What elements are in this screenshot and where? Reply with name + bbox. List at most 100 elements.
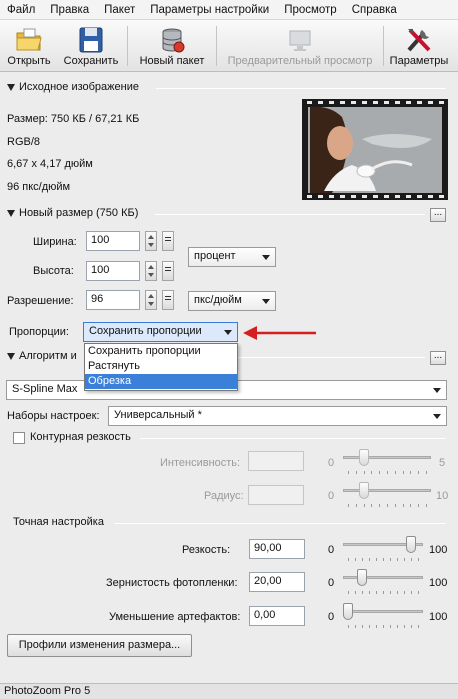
- algorithm-section-header[interactable]: Алгоритм и: [7, 350, 77, 362]
- toolbar-separator: [383, 26, 384, 66]
- proportions-option-stretch[interactable]: Растянуть: [85, 359, 237, 374]
- grain-input[interactable]: 20,00: [249, 572, 305, 592]
- monitor-icon: [289, 30, 311, 51]
- width-input[interactable]: 100: [86, 231, 140, 251]
- slider-tick: [410, 504, 411, 507]
- slider-tick: [355, 625, 356, 628]
- slider-tick: [369, 625, 370, 628]
- presets-select[interactable]: Универсальный *: [108, 406, 447, 426]
- slider-tick: [397, 558, 398, 561]
- sharpness-min: 0: [328, 544, 335, 556]
- source-section-title: Исходное изображение: [19, 81, 139, 93]
- slider-tick: [387, 471, 388, 474]
- artifacts-label: Уменьшение артефактов:: [109, 611, 241, 623]
- width-link-button[interactable]: [162, 231, 174, 251]
- height-input[interactable]: 100: [86, 261, 140, 281]
- slider-tick: [379, 471, 380, 474]
- new-size-section-title: Новый размер (750 КБ): [19, 207, 139, 219]
- proportions-option-keep[interactable]: Сохранить пропорции: [85, 344, 237, 359]
- preview-button[interactable]: Предварительный просмотр: [220, 23, 380, 69]
- radius-slider[interactable]: [343, 482, 431, 508]
- menu-settings[interactable]: Параметры настройки: [143, 4, 277, 16]
- algorithm-options-button[interactable]: ...: [430, 351, 446, 365]
- intensity-input[interactable]: [248, 451, 304, 471]
- menu-batch[interactable]: Пакет: [97, 4, 143, 16]
- new-size-section-header[interactable]: Новый размер (750 КБ): [7, 207, 138, 219]
- size-unit-select[interactable]: процент: [188, 247, 276, 267]
- open-button[interactable]: Открыть: [2, 23, 56, 69]
- slider-thumb[interactable]: [359, 449, 369, 466]
- slider-tick: [362, 591, 363, 594]
- slider-tick: [418, 591, 419, 594]
- chevron-down-icon: [433, 414, 441, 419]
- slider-tick: [390, 591, 391, 594]
- slider-tick: [403, 471, 404, 474]
- sharpness-label: Резкость:: [182, 544, 231, 556]
- intensity-max: 5: [439, 457, 446, 469]
- source-thumbnail: [302, 99, 448, 200]
- slider-tick: [369, 591, 370, 594]
- sharpness-slider[interactable]: [343, 536, 423, 562]
- slider-thumb[interactable]: [343, 603, 353, 620]
- slider-tick: [418, 625, 419, 628]
- grain-max: 100: [429, 577, 448, 589]
- slider-tick: [371, 504, 372, 507]
- intensity-slider[interactable]: [343, 449, 431, 475]
- sharpness-input[interactable]: 90,00: [249, 539, 305, 559]
- resolution-spinner[interactable]: [145, 290, 157, 310]
- resize-profiles-button[interactable]: Профили изменения размера...: [7, 634, 192, 657]
- slider-tick: [397, 591, 398, 594]
- divider: [156, 88, 446, 89]
- slider-thumb[interactable]: [359, 482, 369, 499]
- slider-tick: [362, 558, 363, 561]
- slider-tick: [376, 558, 377, 561]
- algorithm-value: S-Spline Max: [12, 383, 78, 395]
- resolution-link-button[interactable]: [162, 290, 174, 310]
- radius-max: 10: [436, 490, 449, 502]
- menu-view[interactable]: Просмотр: [277, 4, 345, 16]
- new-batch-button[interactable]: Новый пакет: [134, 23, 210, 69]
- slider-thumb[interactable]: [357, 569, 367, 586]
- resolution-input[interactable]: 96: [86, 290, 140, 310]
- proportions-select[interactable]: Сохранить пропорции: [83, 322, 238, 342]
- collapse-triangle-icon: [7, 83, 15, 91]
- tools-icon: [407, 28, 431, 52]
- menu-help[interactable]: Справка: [345, 4, 405, 16]
- slider-tick: [411, 591, 412, 594]
- slider-tick: [348, 625, 349, 628]
- red-arrow-annotation: [243, 326, 316, 340]
- radius-input[interactable]: [248, 485, 304, 505]
- height-spinner[interactable]: [145, 261, 157, 281]
- radius-min: 0: [328, 490, 335, 502]
- slider-tick: [369, 558, 370, 561]
- folder-open-icon: [16, 28, 42, 51]
- slider-tick: [376, 591, 377, 594]
- grain-slider[interactable]: [343, 569, 423, 595]
- width-label: Ширина:: [33, 236, 77, 248]
- slider-tick: [418, 504, 419, 507]
- menu-file[interactable]: Файл: [0, 4, 43, 16]
- settings-button[interactable]: Параметры: [386, 23, 452, 69]
- artifacts-slider[interactable]: [343, 603, 423, 629]
- slider-tick: [348, 591, 349, 594]
- source-section-header[interactable]: Исходное изображение: [7, 81, 139, 93]
- slider-tick: [404, 591, 405, 594]
- slider-tick: [362, 625, 363, 628]
- menu-bar: Файл Правка Пакет Параметры настройки Пр…: [0, 0, 458, 20]
- save-button[interactable]: Сохранить: [60, 23, 122, 69]
- intensity-min: 0: [328, 457, 335, 469]
- slider-thumb[interactable]: [406, 536, 416, 553]
- chevron-down-icon: [433, 388, 441, 393]
- proportions-option-crop[interactable]: Обрезка: [85, 374, 237, 389]
- slider-tick: [404, 625, 405, 628]
- slider-tick: [364, 504, 365, 507]
- width-spinner[interactable]: [145, 231, 157, 251]
- new-size-options-button[interactable]: ...: [430, 208, 446, 222]
- menu-edit[interactable]: Правка: [43, 4, 97, 16]
- status-bar: PhotoZoom Pro 5: [0, 683, 458, 699]
- artifacts-input[interactable]: 0,00: [249, 606, 305, 626]
- resolution-unit-select[interactable]: пкс/дюйм: [188, 291, 276, 311]
- slider-tick: [395, 471, 396, 474]
- unsharp-checkbox[interactable]: [13, 432, 25, 444]
- height-link-button[interactable]: [162, 261, 174, 281]
